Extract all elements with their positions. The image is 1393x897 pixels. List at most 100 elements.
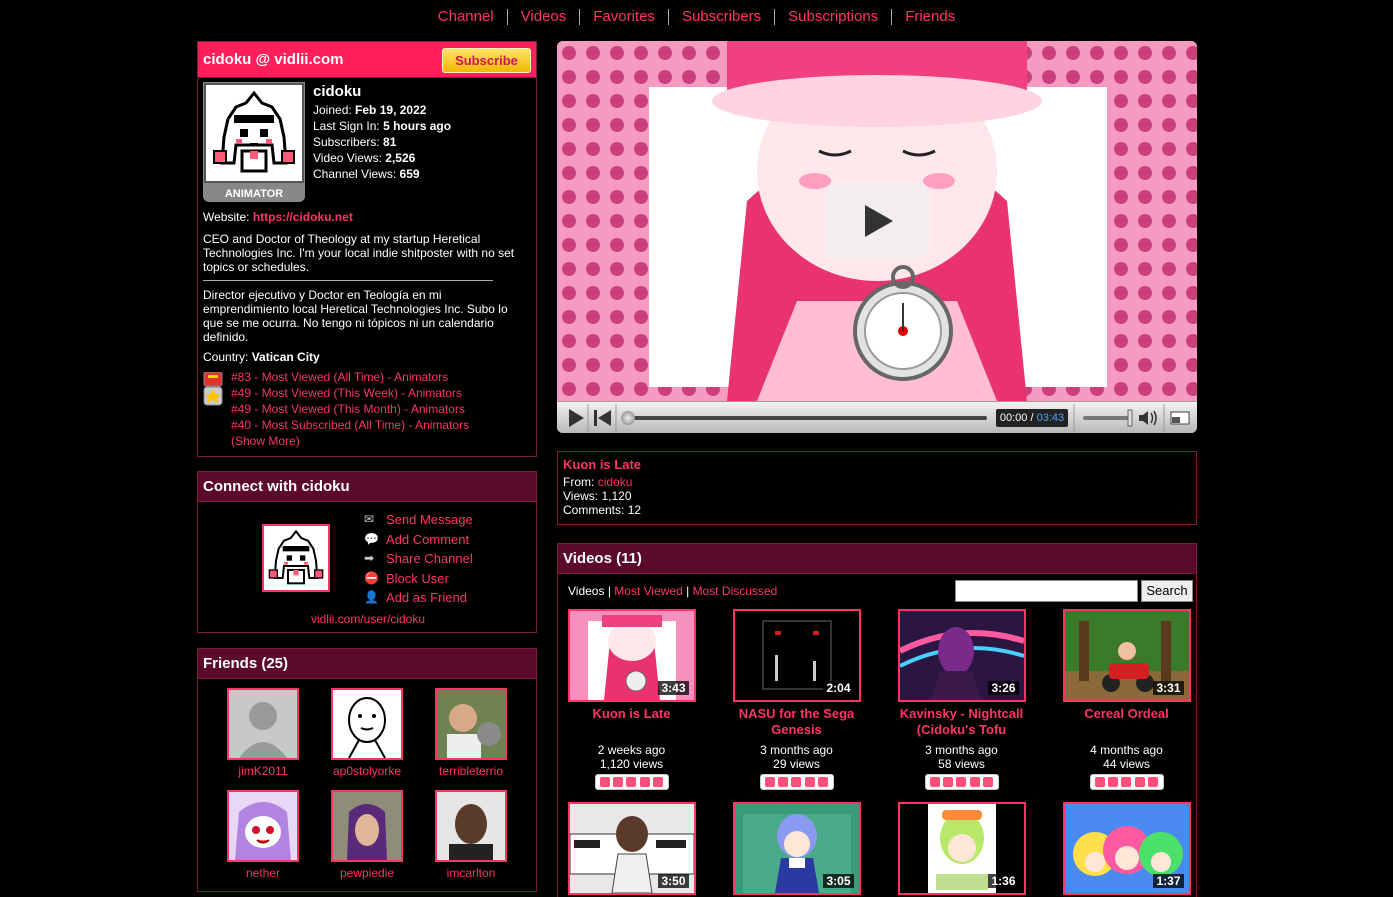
video-title[interactable]: NASU for the Sega Genesis xyxy=(714,706,879,738)
time-separator: / xyxy=(1030,412,1034,424)
channel-url[interactable]: vidlii.com/user/cidoku xyxy=(198,612,538,626)
add-comment-action[interactable]: 💬 Add Comment xyxy=(364,530,473,550)
avatar[interactable] xyxy=(204,83,304,183)
friend-item[interactable]: terribleterrio xyxy=(419,688,523,778)
honor-item[interactable]: #49 - Most Viewed (This Week) - Animator… xyxy=(231,385,469,401)
friend-item[interactable]: imcarlton xyxy=(419,790,523,880)
video-search-button[interactable]: Search xyxy=(1141,580,1193,602)
tab-most-discussed[interactable]: Most Discussed xyxy=(693,584,778,598)
star-icon xyxy=(930,777,941,787)
star-icon xyxy=(626,777,637,787)
seek-handle[interactable] xyxy=(621,411,635,425)
tab-most-viewed[interactable]: Most Viewed xyxy=(614,584,682,598)
video-duration: 2:04 xyxy=(823,681,854,695)
nav-subscriptions[interactable]: Subscriptions xyxy=(774,9,891,25)
friend-avatar[interactable] xyxy=(331,688,403,760)
star-rating xyxy=(759,774,834,790)
friend-avatar[interactable] xyxy=(435,688,507,760)
video-age: 3 months ago xyxy=(760,743,833,757)
nav-friends[interactable]: Friends xyxy=(891,9,968,25)
friend-item[interactable]: nether xyxy=(211,790,315,880)
share-channel-action[interactable]: ➡ Share Channel xyxy=(364,549,473,569)
last-sign-in-label: Last Sign In: xyxy=(313,119,380,133)
connect-avatar[interactable] xyxy=(262,524,330,592)
friend-avatar[interactable] xyxy=(227,790,299,862)
friend-name[interactable]: ap0stolyorke xyxy=(315,764,419,778)
friend-name[interactable]: pewpiedie xyxy=(315,866,419,880)
video-thumbnail[interactable]: 3:31 xyxy=(1062,609,1191,702)
friend-name[interactable]: terribleterrio xyxy=(419,764,523,778)
video-player[interactable]: 00:00 / 03:43 xyxy=(557,41,1197,433)
play-button[interactable] xyxy=(563,402,589,433)
profile-bio: CEO and Doctor of Theology at my startup… xyxy=(203,232,528,344)
star-icon xyxy=(613,777,624,787)
video-thumbnail[interactable]: 3:26 xyxy=(897,609,1026,702)
uploader-link[interactable]: cidoku xyxy=(598,475,633,489)
restart-button[interactable] xyxy=(589,402,615,433)
video-title[interactable]: Kuon is Late xyxy=(549,706,714,738)
honor-item[interactable]: #83 - Most Viewed (All Time) - Animators xyxy=(231,369,469,385)
video-thumbnail[interactable]: 1:36 xyxy=(897,802,1026,895)
star-icon xyxy=(1121,777,1132,787)
tab-videos[interactable]: Videos xyxy=(568,584,604,598)
send-message-action[interactable]: ✉ Send Message xyxy=(364,510,473,530)
honor-item[interactable]: #49 - Most Viewed (This Month) - Animato… xyxy=(231,401,469,417)
seek-bar[interactable] xyxy=(621,411,987,425)
play-overlay-button[interactable] xyxy=(825,183,929,259)
add-comment-link[interactable]: Add Comment xyxy=(386,530,469,549)
pixel-girl-avatar-icon xyxy=(264,526,328,590)
video-from-row: From: cidoku xyxy=(563,475,1191,489)
friend-name[interactable]: jimK2011 xyxy=(211,764,315,778)
user-icon: 👤 xyxy=(364,590,379,605)
video-thumbnail[interactable]: 3:50 xyxy=(567,802,696,895)
friend-item[interactable]: pewpiedie xyxy=(315,790,419,880)
block-user-action[interactable]: ⛔ Block User xyxy=(364,569,473,589)
subscribe-button[interactable]: Subscribe xyxy=(442,48,531,73)
show-more-honors-link[interactable]: (Show More) xyxy=(231,433,469,449)
player-size-button[interactable] xyxy=(1167,406,1193,430)
video-duration: 1:37 xyxy=(1153,874,1184,888)
video-item[interactable]: 1:36 xyxy=(879,802,1044,895)
send-message-link[interactable]: Send Message xyxy=(386,510,473,529)
volume-slider[interactable] xyxy=(1081,408,1135,428)
video-title[interactable]: Cereal Ordeal xyxy=(1044,706,1209,738)
video-views: 29 views xyxy=(773,757,820,771)
video-item[interactable]: 2:04 NASU for the Sega Genesis 3 months … xyxy=(714,609,879,790)
nav-channel[interactable]: Channel xyxy=(425,9,507,25)
nav-videos[interactable]: Videos xyxy=(506,9,580,25)
video-duration: 3:05 xyxy=(823,874,854,888)
video-thumbnail[interactable]: 3:05 xyxy=(732,802,861,895)
friend-name[interactable]: nether xyxy=(211,866,315,880)
video-title[interactable]: Kavinsky - Nightcall (Cidoku's Tofu xyxy=(879,706,1044,738)
video-age: 3 months ago xyxy=(925,743,998,757)
nav-subscribers[interactable]: Subscribers xyxy=(667,9,774,25)
star-icon xyxy=(956,777,967,787)
video-item[interactable]: 3:26 Kavinsky - Nightcall (Cidoku's Tofu… xyxy=(879,609,1044,790)
share-channel-link[interactable]: Share Channel xyxy=(386,549,473,568)
friend-avatar[interactable] xyxy=(227,688,299,760)
nav-favorites[interactable]: Favorites xyxy=(579,9,668,25)
add-friend-link[interactable]: Add as Friend xyxy=(386,588,467,607)
video-item[interactable]: 3:43 Kuon is Late 2 weeks ago 1,120 views xyxy=(549,609,714,790)
video-item[interactable]: 3:05 xyxy=(714,802,879,895)
video-thumbnail[interactable]: 2:04 xyxy=(732,609,861,702)
video-search-input[interactable] xyxy=(955,580,1138,602)
friend-name[interactable]: imcarlton xyxy=(419,866,523,880)
video-thumbnail[interactable]: 3:43 xyxy=(567,609,696,702)
website-link[interactable]: https://cidoku.net xyxy=(253,210,353,224)
bio-english: CEO and Doctor of Theology at my startup… xyxy=(203,232,515,274)
profile-avatar-panel: ANIMATOR xyxy=(203,82,305,202)
video-thumbnail[interactable]: 1:37 xyxy=(1062,802,1191,895)
mute-button[interactable] xyxy=(1137,406,1161,430)
video-item[interactable]: 3:31 Cereal Ordeal 4 months ago 44 views xyxy=(1044,609,1209,790)
friend-item[interactable]: ap0stolyorke xyxy=(315,688,419,778)
block-user-link[interactable]: Block User xyxy=(386,569,449,588)
friend-item[interactable]: jimK2011 xyxy=(211,688,315,778)
friend-avatar[interactable] xyxy=(435,790,507,862)
video-item[interactable]: 3:50 xyxy=(549,802,714,895)
honor-item[interactable]: #40 - Most Subscribed (All Time) - Anima… xyxy=(231,417,469,433)
video-item[interactable]: 1:37 xyxy=(1044,802,1209,895)
add-friend-action[interactable]: 👤 Add as Friend xyxy=(364,588,473,608)
video-age: 4 months ago xyxy=(1090,743,1163,757)
friend-avatar[interactable] xyxy=(331,790,403,862)
